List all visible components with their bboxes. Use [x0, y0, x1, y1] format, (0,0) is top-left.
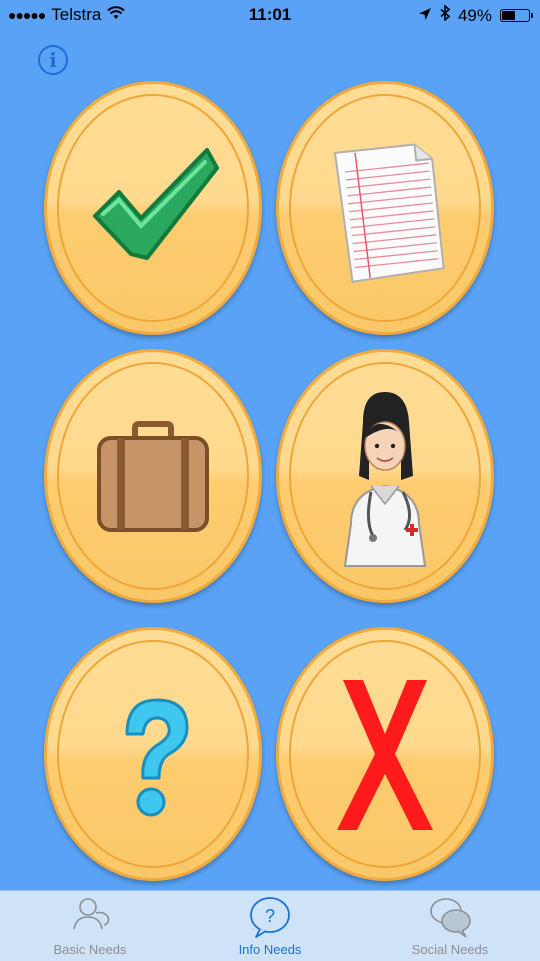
suitcase-icon — [97, 421, 209, 532]
tab-info-needs[interactable]: ? Info Needs — [180, 891, 360, 961]
speech-people-icon — [73, 898, 110, 930]
tab-label: Info Needs — [238, 942, 302, 957]
battery-icon — [500, 9, 533, 22]
x-icon — [337, 680, 433, 830]
bluetooth-icon — [440, 4, 451, 26]
chat-bubbles-icon — [430, 898, 471, 938]
tab-label: Basic Needs — [53, 942, 127, 957]
battery-percent: 49% — [457, 5, 492, 25]
status-bar: ●●●●● Telstra 11:01 49% — [0, 0, 540, 32]
info-button[interactable]: i — [38, 45, 68, 75]
checkmark-icon — [93, 148, 219, 260]
paper-document-icon — [333, 143, 445, 283]
tab-basic-needs[interactable]: Basic Needs — [0, 891, 180, 961]
question-button[interactable] — [44, 627, 262, 881]
checkmark-button[interactable] — [44, 81, 262, 335]
svg-text:?: ? — [265, 906, 275, 926]
doctor-button[interactable] — [276, 349, 494, 603]
x-button[interactable] — [276, 627, 494, 881]
location-arrow-icon — [418, 6, 432, 26]
tab-label: Social Needs — [411, 942, 489, 957]
tab-bar: Basic Needs ? Info Needs Social Needs — [0, 890, 540, 961]
document-button[interactable] — [276, 81, 494, 335]
tab-social-needs[interactable]: Social Needs — [360, 891, 540, 961]
info-icon: i — [49, 48, 57, 72]
question-bubble-icon: ? — [250, 897, 290, 938]
suitcase-button[interactable] — [44, 349, 262, 603]
doctor-icon — [343, 392, 427, 567]
question-mark-icon — [125, 698, 189, 817]
